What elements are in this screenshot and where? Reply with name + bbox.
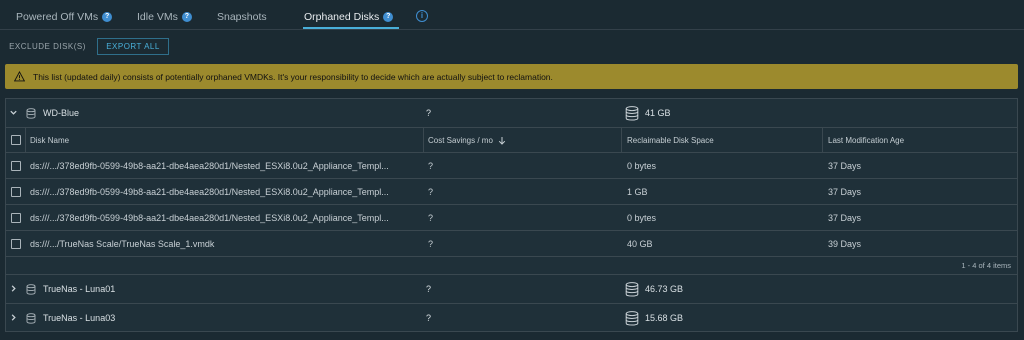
sort-descending-icon[interactable]: [498, 136, 506, 145]
row-checkbox[interactable]: [11, 213, 21, 223]
group-space-cell: 46.73 GB: [625, 275, 683, 303]
help-icon[interactable]: ?: [102, 12, 113, 22]
tab-bar: Powered Off VMs ? Idle VMs ? Snapshots O…: [0, 0, 1024, 30]
tab-label: Snapshots: [217, 11, 267, 23]
tab-idle-vms[interactable]: Idle VMs ?: [137, 10, 192, 24]
disk-name: ds:///.../TrueNas Scale/TrueNas Scale_1.…: [30, 238, 215, 249]
chevron-down-icon[interactable]: [9, 108, 18, 117]
group-row-truenas-luna03[interactable]: TrueNas - Luna03 ? 15.68 GB: [6, 304, 1017, 332]
export-all-button[interactable]: EXPORT ALL: [97, 38, 169, 55]
column-last-modification[interactable]: Last Modification Age: [828, 128, 904, 152]
table-row[interactable]: ds:///.../378ed9fb-0599-49b8-aa21-dbe4ae…: [6, 153, 1017, 179]
row-checkbox[interactable]: [11, 161, 21, 171]
pagination-text: 1 - 4 of 4 items: [961, 261, 1011, 270]
group-name: TrueNas - Luna03: [43, 313, 116, 323]
datastore-icon: [26, 107, 36, 119]
disk-name: ds:///.../378ed9fb-0599-49b8-aa21-dbe4ae…: [30, 212, 389, 223]
disk-age: 37 Days: [828, 212, 862, 223]
group-row-wd-blue[interactable]: WD-Blue ? 41 GB: [6, 99, 1017, 128]
table-row[interactable]: ds:///.../378ed9fb-0599-49b8-aa21-dbe4ae…: [6, 205, 1017, 231]
tab-label: Orphaned Disks: [304, 11, 380, 23]
grid-footer: 1 - 4 of 4 items: [6, 257, 1017, 275]
group-cost: ?: [426, 313, 432, 323]
disk-age: 37 Days: [828, 186, 862, 197]
warning-alert: This list (updated daily) consists of po…: [5, 64, 1018, 89]
datastore-icon: [26, 312, 36, 324]
disk-name: ds:///.../378ed9fb-0599-49b8-aa21-dbe4ae…: [30, 160, 389, 171]
tab-powered-off-vms[interactable]: Powered Off VMs ?: [16, 10, 113, 24]
disk-age: 37 Days: [828, 160, 862, 171]
group-name: TrueNas - Luna01: [43, 284, 116, 294]
row-checkbox[interactable]: [11, 187, 21, 197]
group-space: 15.68 GB: [645, 313, 684, 323]
disk-cost: ?: [428, 186, 434, 197]
group-cost: ?: [426, 108, 432, 118]
column-cost-savings-label: Cost Savings / mo: [428, 135, 493, 145]
disk-age: 39 Days: [828, 238, 862, 249]
group-space-cell: 41 GB: [625, 99, 671, 127]
disk-name: ds:///.../378ed9fb-0599-49b8-aa21-dbe4ae…: [30, 186, 389, 197]
disk-cost: ?: [428, 238, 434, 249]
group-name-cell: TrueNas - Luna01: [26, 275, 115, 303]
help-icon[interactable]: ?: [181, 12, 192, 22]
tab-orphaned-disks[interactable]: Orphaned Disks ?: [304, 10, 394, 24]
disk-cost: ?: [428, 160, 434, 171]
group-row-truenas-luna01[interactable]: TrueNas - Luna01 ? 46.73 GB: [6, 275, 1017, 304]
table-row[interactable]: ds:///.../378ed9fb-0599-49b8-aa21-dbe4ae…: [6, 179, 1017, 205]
group-name-cell: WD-Blue: [26, 99, 79, 127]
column-disk-name[interactable]: Disk Name: [30, 128, 69, 152]
tab-snapshots[interactable]: Snapshots: [217, 10, 267, 24]
group-space: 46.73 GB: [645, 284, 684, 294]
warning-icon: [14, 71, 25, 82]
active-tab-indicator: [303, 27, 399, 29]
group-space-cell: 15.68 GB: [625, 304, 683, 332]
table-row[interactable]: ds:///.../TrueNas Scale/TrueNas Scale_1.…: [6, 231, 1017, 257]
datastore-icon: [625, 281, 639, 296]
tab-label: Powered Off VMs: [16, 11, 99, 23]
group-cost: ?: [426, 284, 432, 294]
chevron-right-icon[interactable]: [9, 313, 18, 322]
orphaned-disks-grid: WD-Blue ? 41 GB Disk Name Cost Savings /…: [5, 98, 1018, 332]
datastore-icon: [625, 105, 639, 120]
chevron-right-icon[interactable]: [9, 284, 18, 293]
help-icon[interactable]: ?: [383, 12, 394, 22]
tab-label: Idle VMs: [137, 11, 178, 23]
info-icon[interactable]: i: [416, 10, 428, 22]
datastore-icon: [625, 310, 639, 325]
disk-space: 1 GB: [627, 186, 648, 197]
datastore-icon: [26, 283, 36, 295]
row-checkbox[interactable]: [11, 239, 21, 249]
column-cost-savings[interactable]: Cost Savings / mo: [428, 128, 506, 152]
select-all-checkbox[interactable]: [11, 135, 21, 145]
alert-text: This list (updated daily) consists of po…: [33, 71, 553, 82]
group-name-cell: TrueNas - Luna03: [26, 304, 115, 332]
disk-cost: ?: [428, 212, 434, 223]
exclude-disks-button[interactable]: EXCLUDE DISK(S): [5, 38, 90, 55]
disk-space: 40 GB: [627, 238, 653, 249]
disk-space: 0 bytes: [627, 212, 657, 223]
column-reclaimable-space[interactable]: Reclaimable Disk Space: [627, 128, 714, 152]
disk-space: 0 bytes: [627, 160, 657, 171]
group-space: 41 GB: [645, 108, 671, 118]
column-header-row: Disk Name Cost Savings / mo Reclaimable …: [6, 128, 1017, 153]
group-name: WD-Blue: [43, 108, 80, 118]
